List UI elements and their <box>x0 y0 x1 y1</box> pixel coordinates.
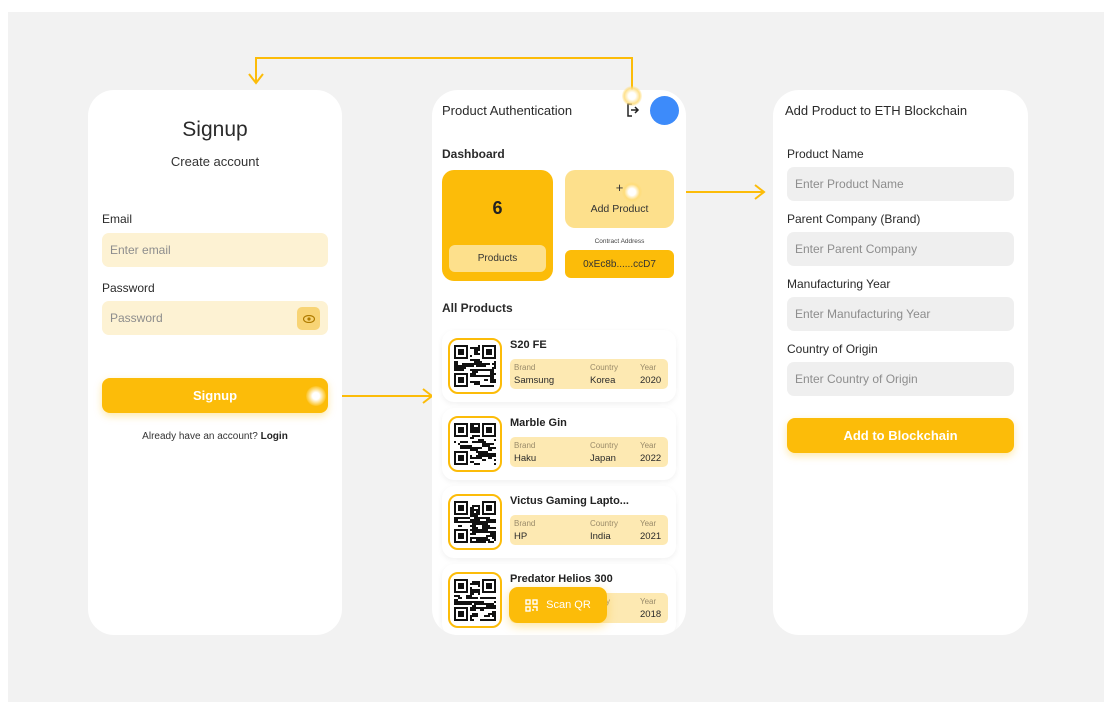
logout-tap-indicator <box>622 86 642 106</box>
product-meta: Brand Country Year Haku Japan 2022 <box>510 437 668 467</box>
qr-code-icon <box>448 494 502 550</box>
products-label: Products <box>449 245 546 272</box>
year-value: 2020 <box>640 375 662 386</box>
qr-scan-icon <box>525 598 538 612</box>
all-products-title: All Products <box>442 301 513 315</box>
qr-code-icon <box>448 416 502 472</box>
scan-qr-button[interactable]: Scan QR <box>509 587 607 623</box>
signup-screen: Signup Create account Email Enter email … <box>88 90 342 635</box>
eye-icon <box>302 314 315 323</box>
product-name: Predator Helios 300 <box>510 573 613 585</box>
brand-label: Brand <box>514 363 536 372</box>
country-label: Country <box>590 441 619 450</box>
year-value: 2022 <box>640 453 662 464</box>
year-value: 2021 <box>640 531 662 542</box>
add-product-label: Add Product <box>590 203 649 215</box>
year-label: Year <box>640 519 657 528</box>
country-value: India <box>590 531 611 542</box>
year-input[interactable]: Enter Manufacturing Year <box>787 297 1014 331</box>
country-label: Country <box>590 363 619 372</box>
product-name-input[interactable]: Enter Product Name <box>787 167 1014 201</box>
signup-tap-indicator <box>306 386 326 406</box>
country-value: Japan <box>590 453 616 464</box>
country-placeholder: Enter Country of Origin <box>795 372 918 386</box>
product-card[interactable]: Marble Gin Brand Country Year Haku Japan… <box>442 408 676 480</box>
product-card[interactable]: Victus Gaming Lapto... Brand Country Yea… <box>442 486 676 558</box>
product-count: 6 <box>492 198 503 218</box>
product-name-label: Product Name <box>787 147 864 161</box>
show-password-toggle[interactable] <box>297 307 320 330</box>
password-field[interactable]: Password <box>102 301 328 335</box>
country-input[interactable]: Enter Country of Origin <box>787 362 1014 396</box>
year-label: Manufacturing Year <box>787 277 891 291</box>
login-prompt-text: Already have an account? <box>142 431 258 442</box>
brand-value: Samsung <box>514 375 555 386</box>
brand-label: Brand <box>514 441 536 450</box>
form-title: Add Product to ETH Blockchain <box>785 103 968 118</box>
year-placeholder: Enter Manufacturing Year <box>795 307 931 321</box>
avatar[interactable] <box>650 96 679 125</box>
country-label: Country of Origin <box>787 342 878 356</box>
add-to-blockchain-button[interactable]: Add to Blockchain <box>787 418 1014 453</box>
qr-code-icon <box>448 338 502 394</box>
year-label: Year <box>640 441 657 450</box>
add-product-screen: Add Product to ETH Blockchain Product Na… <box>773 90 1028 635</box>
product-meta: Brand Country Year HP India 2021 <box>510 515 668 545</box>
product-name: Marble Gin <box>510 417 567 429</box>
email-label: Email <box>102 212 133 226</box>
product-count-card: 6 Products <box>442 170 553 281</box>
plus-icon: + <box>615 180 624 195</box>
signup-title: Signup <box>182 118 248 141</box>
password-placeholder: Password <box>110 311 163 325</box>
dashboard-title: Dashboard <box>442 147 505 161</box>
login-link[interactable]: Login <box>261 431 288 442</box>
contract-address-label: Contract Address <box>594 238 645 245</box>
brand-value: HP <box>514 531 528 542</box>
app-title: Product Authentication <box>442 103 573 118</box>
scan-qr-label: Scan QR <box>546 599 591 611</box>
product-name: S20 FE <box>510 339 547 351</box>
product-name-placeholder: Enter Product Name <box>795 177 904 191</box>
brand-placeholder: Enter Parent Company <box>795 242 918 256</box>
brand-input[interactable]: Enter Parent Company <box>787 232 1014 266</box>
product-name: Victus Gaming Lapto... <box>510 495 629 507</box>
qr-code-icon <box>448 572 502 628</box>
brand-label: Brand <box>514 519 536 528</box>
product-card[interactable]: S20 FE Brand Country Year Samsung Korea … <box>442 330 676 402</box>
add-product-tap-indicator <box>622 182 642 202</box>
brand-value: Haku <box>514 453 537 464</box>
signup-subtitle: Create account <box>170 154 260 169</box>
add-product-button[interactable]: + Add Product <box>565 170 674 228</box>
login-prompt-row: Already have an account? Login <box>88 431 342 442</box>
year-label: Year <box>640 597 657 606</box>
year-value: 2018 <box>640 609 662 620</box>
year-label: Year <box>640 363 657 372</box>
country-value: Korea <box>590 375 616 386</box>
brand-label: Parent Company (Brand) <box>787 212 921 226</box>
contract-address-value: 0xEc8b......ccD7 <box>565 250 674 278</box>
signup-button[interactable]: Signup <box>102 378 328 413</box>
product-meta: Brand Country Year Samsung Korea 2020 <box>510 359 668 389</box>
password-label: Password <box>102 281 155 295</box>
country-label: Country <box>590 519 619 528</box>
email-field[interactable]: Enter email <box>102 233 328 267</box>
dashboard-screen: Product Authentication Dashboard 6 Produ… <box>432 90 686 635</box>
email-placeholder: Enter email <box>110 243 171 257</box>
